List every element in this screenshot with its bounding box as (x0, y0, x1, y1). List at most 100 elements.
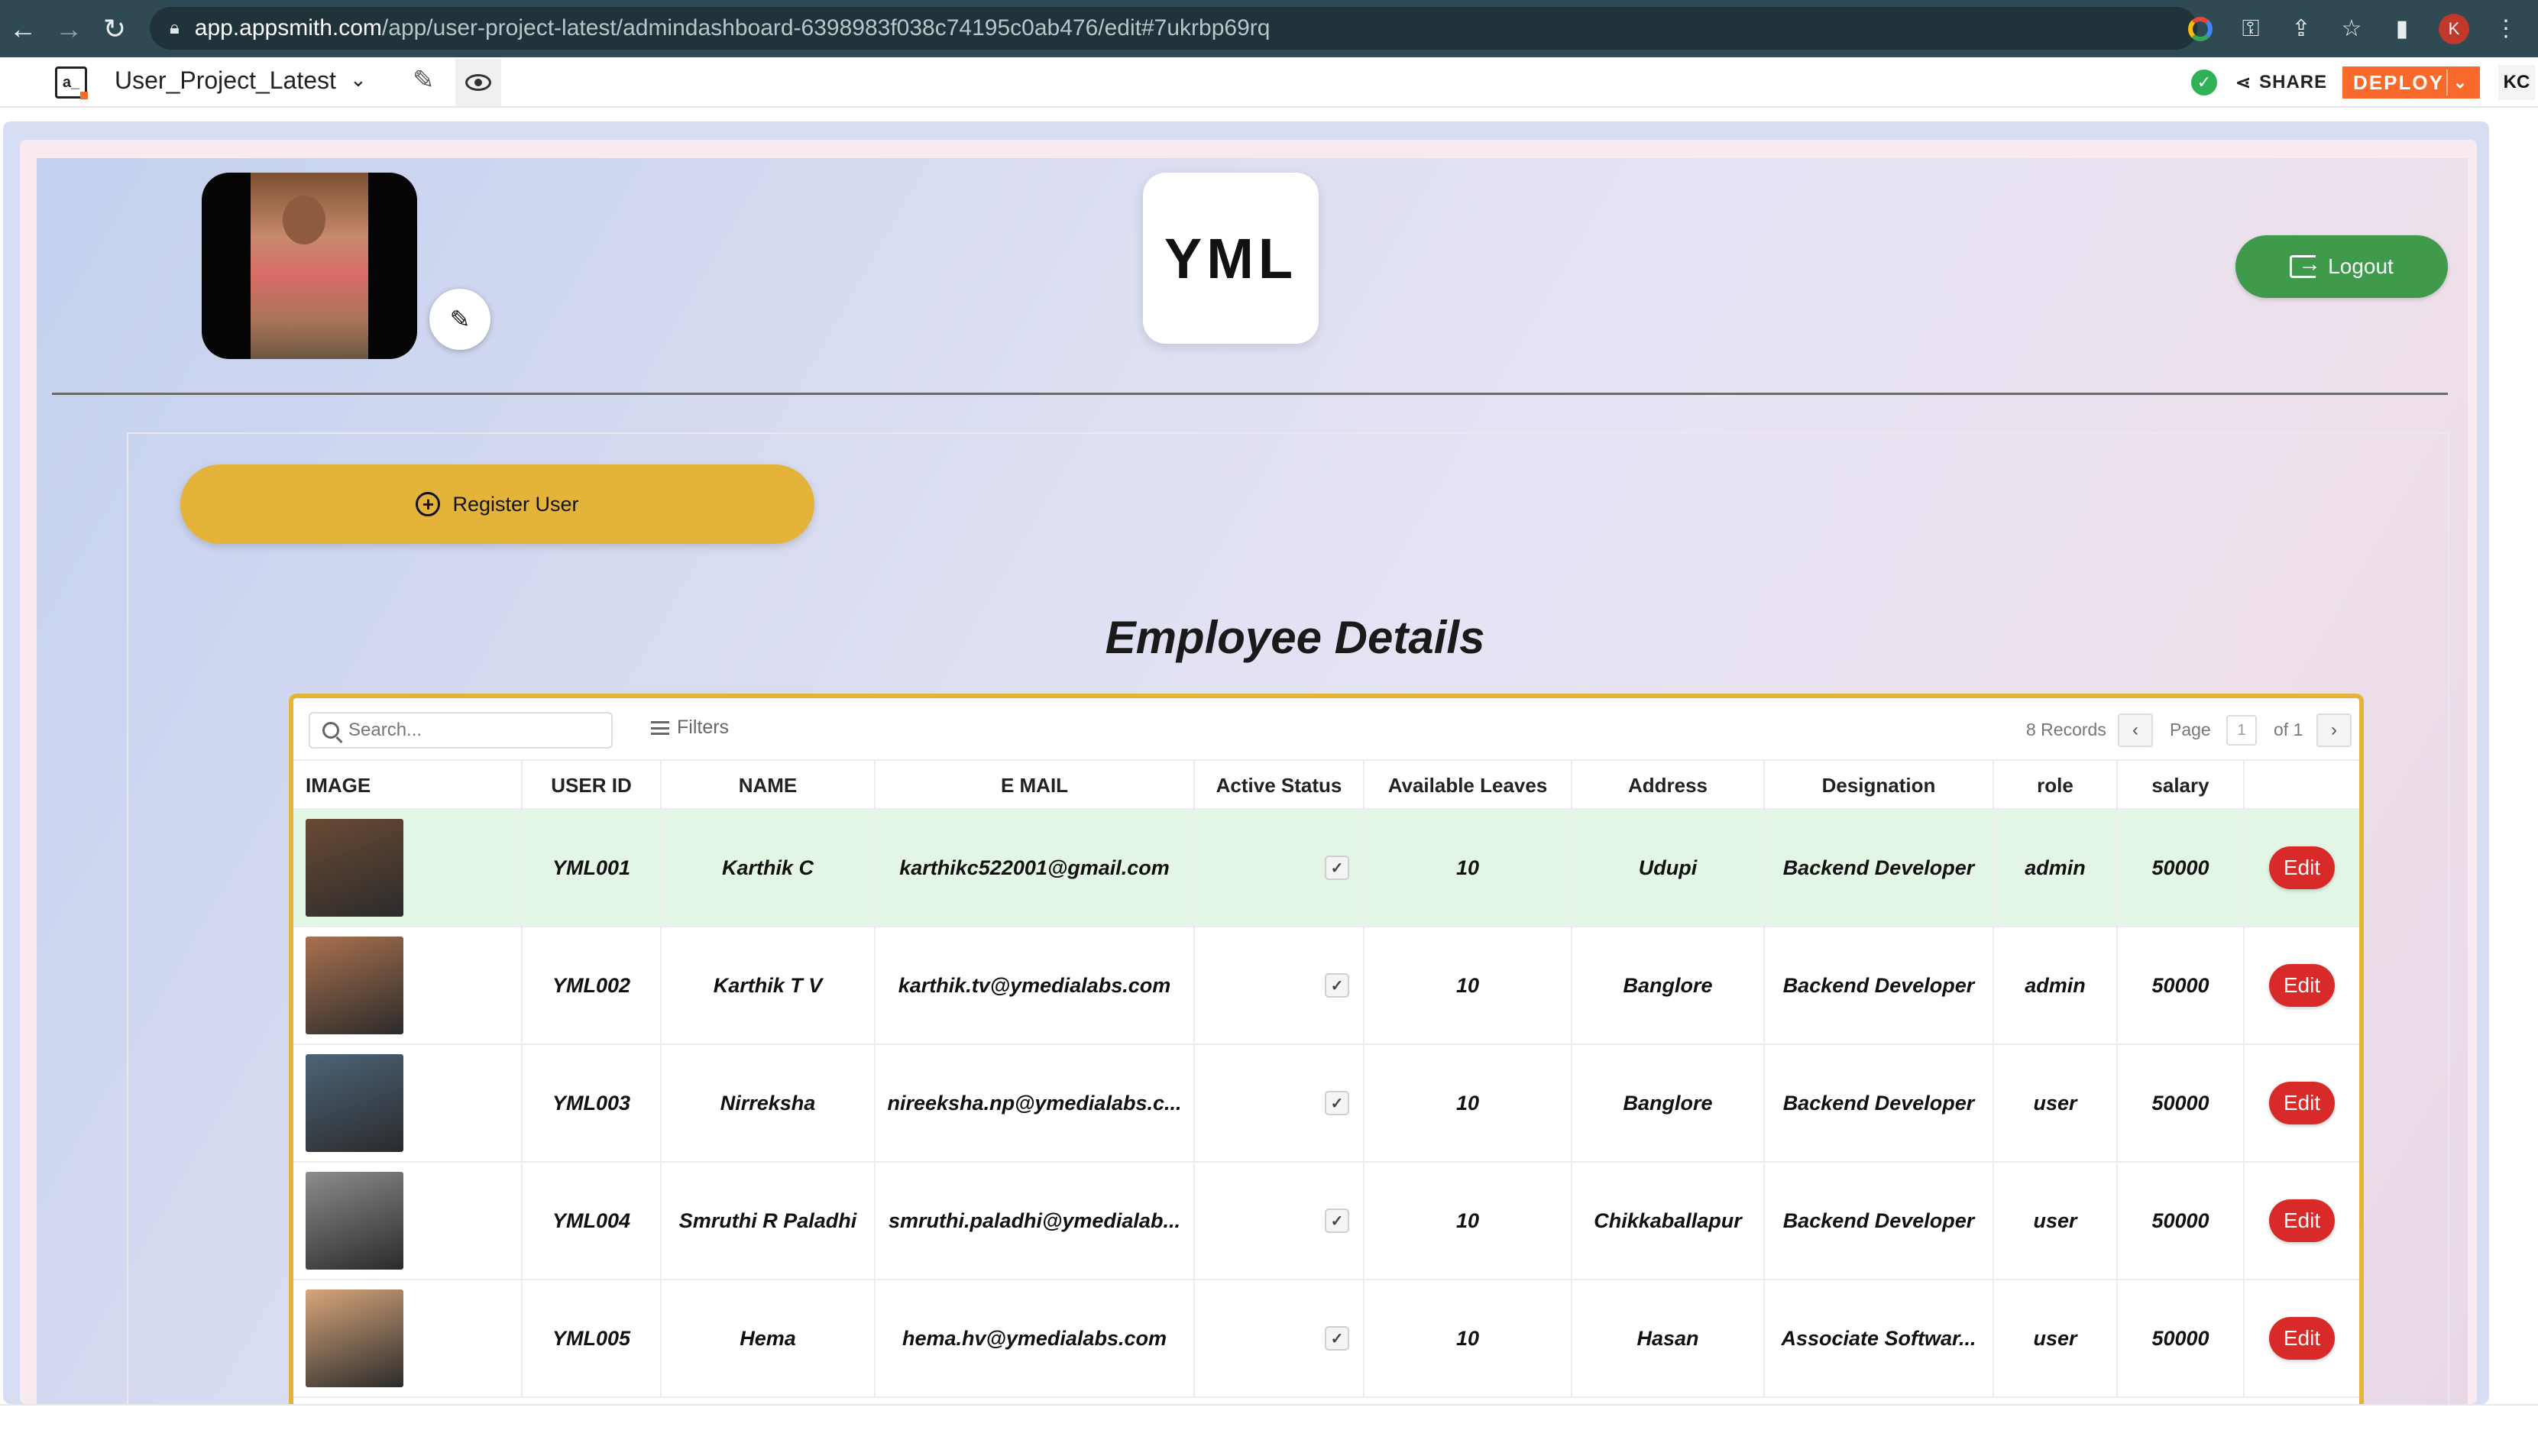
logout-icon (2290, 251, 2321, 278)
table-row[interactable]: YML002 Karthik T V karthik.tv@ymedialabs… (293, 927, 2359, 1045)
filters-button[interactable]: Filters (651, 717, 729, 739)
key-icon[interactable]: ⚿ (2237, 15, 2264, 43)
saved-check-icon: ✓ (2191, 70, 2217, 95)
email-cell: nireeksha.np@ymedialabs.c... (876, 1045, 1195, 1161)
page-label: Page (2170, 720, 2211, 739)
leaves-cell: 10 (1364, 1163, 1572, 1279)
next-page-button[interactable]: › (2316, 713, 2352, 747)
image-cell (293, 1163, 523, 1279)
chevron-down-icon[interactable]: ⌄ (350, 68, 367, 92)
user-avatar[interactable]: KC (2498, 65, 2535, 100)
column-header-email[interactable]: E MAIL (876, 761, 1195, 810)
edit-button[interactable]: Edit (2269, 1317, 2335, 1360)
column-header-name[interactable]: NAME (662, 761, 876, 810)
table-search[interactable] (309, 712, 613, 749)
email-cell: smruthi.paladhi@ymedialab... (876, 1163, 1195, 1279)
table-row[interactable]: YML003 Nirreksha nireeksha.np@ymedialabs… (293, 1045, 2359, 1163)
column-header-actions (2245, 761, 2359, 810)
designation-cell: Backend Developer (1765, 1045, 1994, 1161)
active-status-cell: ✓ (1195, 927, 1364, 1043)
column-header-active-status[interactable]: Active Status (1195, 761, 1364, 810)
bottom-strip (0, 1404, 2538, 1456)
employee-thumbnail (306, 937, 403, 1034)
lock-icon: 🔒︎ (170, 18, 180, 38)
address-cell: Udupi (1572, 810, 1765, 926)
user-id-cell: YML001 (523, 810, 662, 926)
column-header-salary[interactable]: salary (2118, 761, 2245, 810)
side-panel-icon[interactable]: ▮ (2388, 15, 2416, 43)
address-cell: Chikkaballapur (1572, 1163, 1765, 1279)
forward-arrow-icon[interactable]: → (46, 0, 92, 57)
column-header-role[interactable]: role (1994, 761, 2118, 810)
salary-cell: 50000 (2118, 1163, 2245, 1279)
active-status-cell: ✓ (1195, 1045, 1364, 1161)
leaves-cell: 10 (1364, 1045, 1572, 1161)
edit-button[interactable]: Edit (2269, 846, 2335, 889)
bookmark-star-icon[interactable]: ☆ (2338, 15, 2365, 43)
employee-thumbnail (306, 1289, 403, 1387)
column-header-address[interactable]: Address (1572, 761, 1765, 810)
header-divider (52, 393, 2448, 395)
column-header-available-leaves[interactable]: Available Leaves (1364, 761, 1572, 810)
search-icon (322, 722, 339, 739)
action-cell: Edit (2245, 1280, 2359, 1396)
active-status-checkbox[interactable]: ✓ (1325, 973, 1349, 998)
user-id-cell: YML005 (523, 1280, 662, 1396)
active-status-cell: ✓ (1195, 1163, 1364, 1279)
leaves-cell: 10 (1364, 927, 1572, 1043)
email-cell: hema.hv@ymedialabs.com (876, 1280, 1195, 1396)
preview-eye-button[interactable] (455, 59, 501, 106)
active-status-checkbox[interactable]: ✓ (1325, 1208, 1349, 1233)
table-row[interactable]: YML001 Karthik C karthikc522001@gmail.co… (293, 810, 2359, 927)
user-id-cell: YML004 (523, 1163, 662, 1279)
employee-thumbnail (306, 819, 403, 917)
appsmith-logo[interactable]: a_ (55, 66, 88, 99)
table-row[interactable]: YML005 Hema hema.hv@ymedialabs.com ✓ 10 … (293, 1280, 2359, 1398)
page-number-input[interactable]: 1 (2226, 715, 2257, 746)
image-cell (293, 810, 523, 926)
table-body: YML001 Karthik C karthikc522001@gmail.co… (293, 810, 2359, 1398)
table-header: IMAGE USER ID NAME E MAIL Active Status … (293, 761, 2359, 810)
designation-cell: Backend Developer (1765, 810, 1994, 926)
active-status-checkbox[interactable]: ✓ (1325, 856, 1349, 880)
table-row[interactable]: YML004 Smruthi R Paladhi smruthi.paladhi… (293, 1163, 2359, 1280)
reload-icon[interactable]: ↻ (92, 0, 138, 57)
active-status-checkbox[interactable]: ✓ (1325, 1091, 1349, 1115)
designation-cell: Backend Developer (1765, 1163, 1994, 1279)
share-button[interactable]: ⋖ SHARE (2235, 68, 2327, 97)
records-count: 8 Records (2026, 720, 2106, 739)
edit-button[interactable]: Edit (2269, 1082, 2335, 1124)
url-path: /app/user-project-latest/admindashboard-… (381, 15, 1271, 40)
back-arrow-icon[interactable]: ← (0, 0, 46, 57)
google-icon[interactable] (2187, 15, 2214, 43)
register-user-button[interactable]: + Register User (180, 464, 814, 544)
app-name[interactable]: User_Project_Latest (115, 66, 336, 95)
active-status-checkbox[interactable]: ✓ (1325, 1326, 1349, 1351)
role-cell: admin (1994, 810, 2118, 926)
add-circle-icon: + (416, 492, 441, 516)
eye-icon (465, 74, 491, 91)
column-header-designation[interactable]: Designation (1765, 761, 1994, 810)
role-cell: user (1994, 1045, 2118, 1161)
search-input[interactable] (348, 720, 593, 741)
browser-menu-icon[interactable]: ⋮ (2492, 15, 2520, 43)
previous-page-button[interactable]: ‹ (2118, 713, 2153, 747)
page-total: of 1 (2274, 720, 2303, 739)
profile-photo (251, 173, 368, 359)
edit-avatar-pencil-icon[interactable]: ✎ (429, 289, 490, 350)
deploy-button[interactable]: DEPLOY ⌄ (2342, 66, 2480, 99)
column-header-user-id[interactable]: USER ID (523, 761, 662, 810)
share-page-icon[interactable]: ⇪ (2287, 15, 2315, 43)
address-bar[interactable]: 🔒︎ app.appsmith.com /app/user-project-la… (150, 7, 2197, 50)
logout-button[interactable]: Logout (2235, 235, 2448, 298)
column-header-image[interactable]: IMAGE (293, 761, 523, 810)
browser-profile-avatar[interactable]: K (2439, 13, 2469, 44)
edit-button[interactable]: Edit (2269, 964, 2335, 1007)
share-icon: ⋖ (2235, 72, 2252, 93)
action-cell: Edit (2245, 927, 2359, 1043)
edit-mode-pencil-icon[interactable]: ✎ (413, 65, 435, 95)
chevron-down-icon[interactable]: ⌄ (2446, 70, 2474, 95)
leaves-cell: 10 (1364, 1280, 1572, 1396)
action-cell: Edit (2245, 1163, 2359, 1279)
edit-button[interactable]: Edit (2269, 1199, 2335, 1242)
